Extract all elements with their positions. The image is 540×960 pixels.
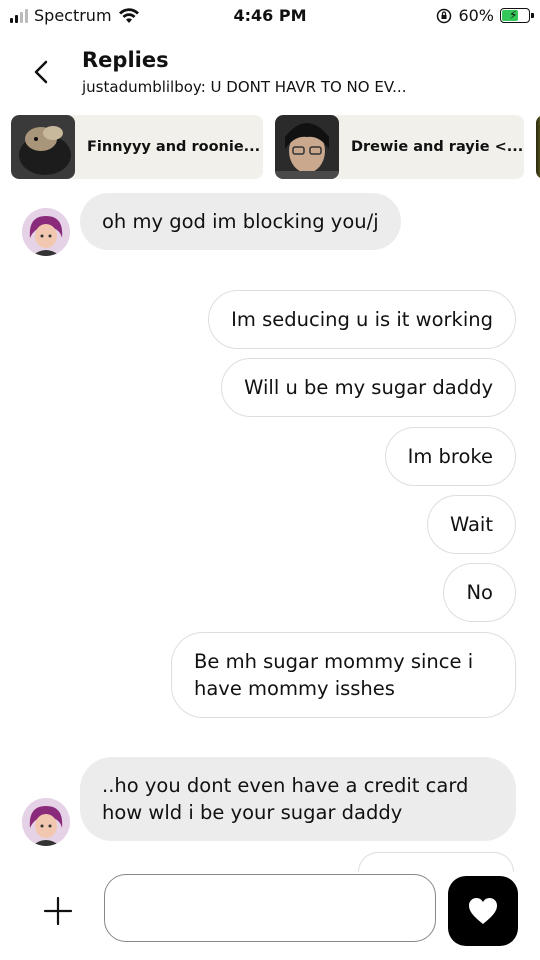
message-bubble-outgoing[interactable]: No [443,563,516,622]
story-thumbnail [275,115,339,179]
battery-percent: 60% [458,6,494,25]
story-card[interactable]: Drewie and rayie <... [275,115,524,179]
story-thumbnail [11,115,75,179]
message-bubble-outgoing[interactable]: Be mh sugar mommy since i have mommy iss… [171,632,516,718]
avatar-image [22,798,70,846]
story-thumbnail [536,115,540,179]
story-label: Drewie and rayie <... [351,139,524,155]
heart-icon [469,898,497,924]
message-bubble-outgoing[interactable]: Will u be my sugar daddy [221,358,516,417]
avatar-image [22,208,70,256]
message-bubble-outgoing[interactable]: Im seducing u is it working [208,290,516,349]
chevron-left-icon[interactable] [30,58,54,86]
story-label: Finnyyy and roonie... [87,139,261,155]
story-card-partial[interactable] [536,115,540,179]
message-bubble-outgoing[interactable]: Im broke [384,427,516,486]
reply-context: justadumblilboy: U DONT HAVR TO NO EV... [82,78,407,96]
story-cards: Finnyyy and roonie... Drewie and rayie <… [11,115,540,181]
avatar[interactable] [22,798,70,846]
orientation-lock-icon [437,8,452,23]
status-bar: Spectrum 4:46 PM 60% ⚡ [0,0,540,32]
like-button[interactable] [448,876,518,946]
plus-icon[interactable] [42,895,74,927]
page-title: Replies [82,48,169,72]
battery-icon: ⚡ [500,8,534,23]
status-right: 60% ⚡ [436,6,534,25]
message-input-box[interactable] [104,874,436,942]
avatar[interactable] [22,208,70,256]
message-bubble-partial [358,852,514,872]
message-bubble-outgoing[interactable]: Wait [426,495,516,554]
header: Replies justadumblilboy: U DONT HAVR TO … [0,46,540,106]
message-bubble-incoming[interactable]: oh my god im blocking you/j [80,193,401,250]
message-input[interactable] [105,875,435,941]
message-bubble-incoming[interactable]: ..ho you dont even have a credit card ho… [80,757,516,841]
story-card[interactable]: Finnyyy and roonie... [11,115,263,179]
